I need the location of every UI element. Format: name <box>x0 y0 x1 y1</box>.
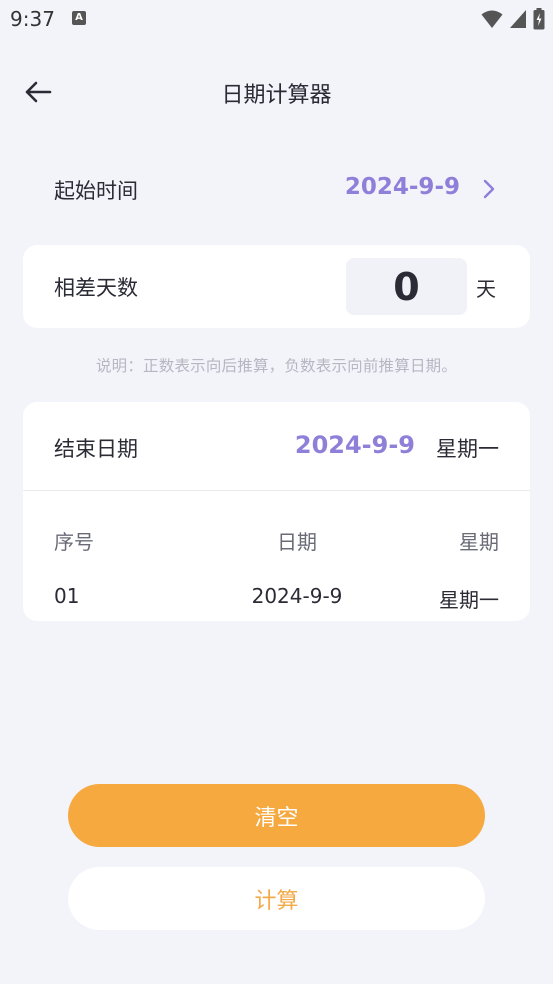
end-date-value: 2024-9-9 <box>294 431 415 459</box>
end-date-label: 结束日期 <box>54 437 138 461</box>
notification-icon: A <box>72 11 86 25</box>
header-weekday: 星期 <box>459 530 499 554</box>
cellular-signal-icon <box>510 10 526 28</box>
row-weekday: 星期一 <box>439 588 499 612</box>
end-date-weekday: 星期一 <box>436 437 499 461</box>
row-date: 2024-9-9 <box>251 584 343 608</box>
divider <box>23 490 530 491</box>
wifi-icon <box>481 10 503 28</box>
status-bar: 9:37 A <box>0 0 553 40</box>
row-index: 01 <box>54 584 80 608</box>
start-date-label: 起始时间 <box>54 179 138 203</box>
day-difference-input[interactable] <box>346 258 467 315</box>
chevron-right-icon <box>483 179 495 199</box>
day-difference-card: 相差天数 天 <box>23 245 530 328</box>
status-icons <box>481 8 545 30</box>
start-date-value[interactable]: 2024-9-9 <box>345 174 460 200</box>
top-app-bar: 日期计算器 <box>0 60 553 124</box>
header-date: 日期 <box>277 530 317 554</box>
result-card: 结束日期 2024-9-9 星期一 序号 日期 星期 01 2024-9-9 星… <box>23 402 530 621</box>
status-time: 9:37 <box>10 7 55 31</box>
header-index: 序号 <box>54 530 94 554</box>
start-date-row[interactable]: 起始时间 2024-9-9 <box>23 160 530 218</box>
battery-icon <box>533 8 545 30</box>
page-title: 日期计算器 <box>221 83 332 108</box>
clear-button[interactable]: 清空 <box>68 784 485 847</box>
day-unit-label: 天 <box>476 277 496 301</box>
explanation-note: 说明：正数表示向后推算，负数表示向前推算日期。 <box>95 357 458 375</box>
day-difference-label: 相差天数 <box>54 276 138 300</box>
calculate-button[interactable]: 计算 <box>68 867 485 930</box>
